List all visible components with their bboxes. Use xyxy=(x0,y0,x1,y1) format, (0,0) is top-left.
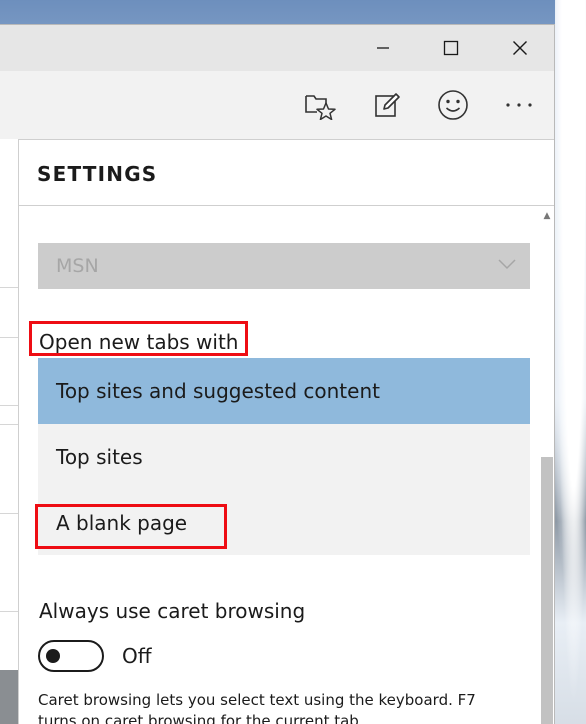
browser-window: SETTINGS ▲ MSN Open new tabs with Top si… xyxy=(0,24,555,724)
settings-header: SETTINGS xyxy=(19,140,554,206)
page-image-fragment xyxy=(0,670,18,724)
home-page-select-value: MSN xyxy=(56,255,99,277)
title-bar xyxy=(0,25,554,71)
close-button[interactable] xyxy=(485,25,554,71)
option-blank-page[interactable]: A blank page xyxy=(38,490,530,556)
settings-title: SETTINGS xyxy=(37,162,158,186)
chevron-down-icon xyxy=(498,259,516,270)
scroll-up-arrow-icon[interactable]: ▲ xyxy=(540,211,554,221)
option-label: Top sites and suggested content xyxy=(56,379,380,403)
web-note-icon xyxy=(375,93,400,117)
caret-browsing-description: Caret browsing lets you select text usin… xyxy=(38,691,476,724)
option-top-sites-and-suggested[interactable]: Top sites and suggested content xyxy=(38,358,530,424)
page-content-strip xyxy=(0,139,18,724)
caret-browsing-state: Off xyxy=(122,644,152,668)
caret-browsing-label: Always use caret browsing xyxy=(39,599,306,623)
hub-button[interactable] xyxy=(298,83,342,127)
option-top-sites[interactable]: Top sites xyxy=(38,424,530,490)
settings-scrollbar[interactable]: ▲ xyxy=(540,207,554,724)
minimize-icon xyxy=(376,47,389,49)
more-icon xyxy=(506,103,532,107)
close-icon xyxy=(512,41,527,55)
option-label: Top sites xyxy=(56,445,143,469)
favorites-hub-icon xyxy=(305,95,336,120)
open-new-tabs-label: Open new tabs with xyxy=(39,330,239,354)
toggle-knob xyxy=(46,649,60,663)
desktop-background xyxy=(555,0,586,724)
smiley-feedback-icon xyxy=(438,90,468,120)
home-page-select[interactable]: MSN xyxy=(38,243,530,289)
settings-pane: SETTINGS ▲ MSN Open new tabs with Top si… xyxy=(18,139,554,724)
browser-toolbar xyxy=(0,71,554,139)
more-actions-button[interactable] xyxy=(497,83,541,127)
web-note-button[interactable] xyxy=(365,83,409,127)
maximize-button[interactable] xyxy=(416,25,485,71)
maximize-icon xyxy=(443,40,458,56)
minimize-button[interactable] xyxy=(348,25,417,71)
open-new-tabs-list: Top sites and suggested content Top site… xyxy=(38,358,530,555)
option-label: A blank page xyxy=(56,511,188,535)
scrollbar-thumb[interactable] xyxy=(541,457,553,724)
caret-browsing-toggle[interactable] xyxy=(38,640,104,672)
feedback-button[interactable] xyxy=(431,83,475,127)
